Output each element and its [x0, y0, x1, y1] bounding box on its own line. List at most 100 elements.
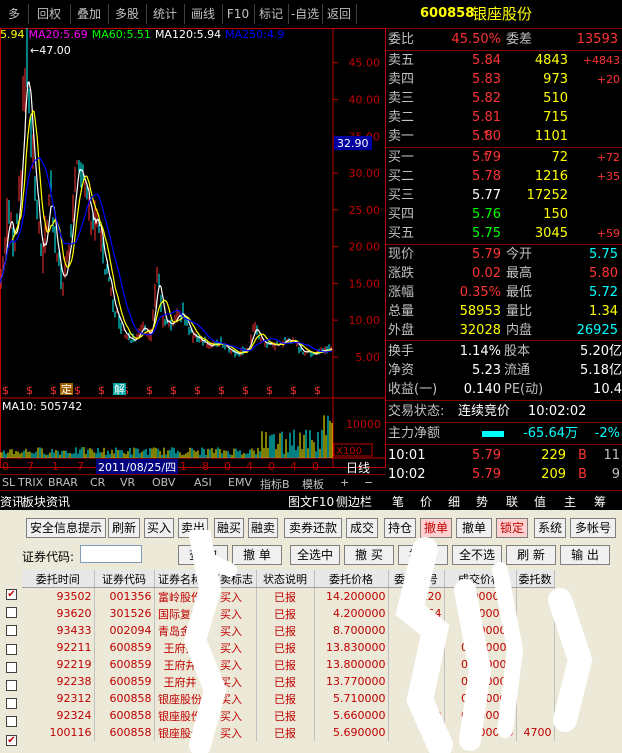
sell-price: 5.83: [472, 72, 501, 87]
info-tab-0[interactable]: 资讯: [0, 493, 24, 510]
stat-value: 0.02: [472, 266, 501, 281]
side-tab-5[interactable]: 势: [476, 493, 488, 510]
toolbar-item-7[interactable]: 标记: [254, 4, 289, 24]
toolbar-item-4[interactable]: 统计: [146, 4, 185, 24]
order-cell-code: 001356: [94, 587, 155, 605]
netflow-value: -65.64万: [523, 426, 578, 441]
volume-unit-label: X100: [336, 446, 362, 457]
order-checkbox[interactable]: [6, 698, 17, 710]
stat2-value: 1.14%: [459, 344, 501, 359]
date-axis-row: 0 7 1 7 2011/08/25/四 1 8 0 4 0 4 0 日线: [0, 458, 386, 475]
indicator-tab-11[interactable]: −: [364, 476, 373, 489]
toolbar-item-9[interactable]: 返回: [322, 4, 357, 24]
indicator-tab-10[interactable]: +: [340, 476, 349, 489]
stat2-value: 10.4: [593, 382, 622, 397]
buy-row[interactable]: 买四 5.76 150: [386, 206, 622, 224]
code-filter-label: 证券代码:: [22, 550, 75, 564]
kline-chart[interactable]: 45.0040.0035.0030.0025.0020.0015.0010.00…: [0, 28, 386, 468]
indicator-tab-5[interactable]: OBV: [152, 476, 175, 489]
quote-divider: [386, 340, 622, 341]
toolbar-item-8[interactable]: -自选: [288, 4, 323, 24]
order-cell-code: 600859: [94, 656, 155, 673]
sell-row[interactable]: 卖一 5.80 1101: [386, 128, 622, 146]
buy-volume: 150: [543, 207, 568, 222]
toolbar-item-6[interactable]: F10: [222, 4, 255, 24]
side-tab-0[interactable]: 图文F10: [288, 493, 334, 510]
orders-header-cell[interactable]: 证券代码: [94, 570, 155, 588]
buy-row[interactable]: 买一 5.79 72 +72: [386, 149, 622, 167]
side-tab-1[interactable]: 侧边栏: [336, 493, 372, 510]
indicator-tab-3[interactable]: CR: [90, 476, 105, 489]
netflow-bar: [482, 431, 504, 437]
volume-bars: [0, 415, 333, 458]
event-marker: $: [170, 384, 177, 397]
event-marker: $: [26, 384, 33, 397]
order-checkbox[interactable]: [6, 607, 17, 619]
order-checkbox[interactable]: [6, 680, 17, 691]
side-tab-6[interactable]: 联: [506, 493, 518, 510]
toolbar-item-5[interactable]: 画线: [184, 4, 223, 24]
tick-price: 5.79: [472, 467, 501, 482]
peak-label: ←47.00: [30, 44, 71, 57]
order-checkbox[interactable]: ✔: [6, 734, 17, 746]
code-filter-input[interactable]: [80, 545, 142, 563]
sell-price: 5.82: [472, 91, 501, 106]
buy-row[interactable]: 买五 5.75 3045 +59: [386, 225, 622, 243]
toolbar-item-2[interactable]: 叠加: [70, 4, 109, 24]
order-cell-code: 600858: [94, 690, 155, 707]
sell-row[interactable]: 卖三 5.82 510: [386, 90, 622, 108]
weicha-value: 13593: [576, 32, 618, 47]
buy-row[interactable]: 买二 5.78 1216 +35: [386, 168, 622, 186]
order-checkbox[interactable]: [6, 625, 17, 637]
indicator-tab-4[interactable]: VR: [120, 476, 135, 489]
order-checkbox[interactable]: ✔: [6, 589, 17, 600]
buy-volume: 72: [551, 150, 568, 165]
indicator-tab-8[interactable]: 指标B: [260, 476, 290, 492]
marker-jie: 解: [114, 382, 125, 396]
indicator-tab-1[interactable]: TRIX: [18, 476, 43, 489]
order-checkbox[interactable]: [6, 661, 17, 673]
price-tick-label: 40.00: [349, 93, 381, 106]
stat-row: 现价 5.79 今开 5.75: [386, 246, 622, 264]
buy-row[interactable]: 买三 5.77 17252: [386, 187, 622, 205]
indicator-tab-9[interactable]: 模板: [302, 476, 324, 492]
buy-label: 买三: [388, 188, 415, 203]
side-tab-9[interactable]: 筹: [594, 493, 606, 510]
side-tab-8[interactable]: 主: [564, 493, 576, 510]
indicator-tab-6[interactable]: ASI: [194, 476, 212, 489]
toolbar-item-0[interactable]: 多: [0, 4, 29, 24]
side-tab-3[interactable]: 价: [420, 493, 432, 510]
indicator-tab-7[interactable]: EMV: [228, 476, 252, 489]
stat2-label: 净资: [388, 363, 415, 378]
stat2-value: 0.140: [463, 382, 501, 397]
trade-button-1[interactable]: 刷新: [108, 518, 140, 538]
date-tick: 4: [246, 460, 253, 473]
sell-row[interactable]: 卖二 5.81 715: [386, 109, 622, 127]
toolbar-item-1[interactable]: 回权: [28, 4, 71, 24]
buy-price: 5.78: [472, 169, 501, 184]
side-tab-7[interactable]: 值: [534, 493, 546, 510]
tick-side: B: [578, 467, 587, 482]
trade-panel: 安全信息提示 刷新 买入 卖出 融买 融卖 卖券还款 成交 持仓 撤单 撤单 锁定 系统 多帐号 证券代码…: [0, 510, 622, 753]
indicator-tab-2[interactable]: BRAR: [48, 476, 78, 489]
order-checkbox[interactable]: [6, 716, 17, 728]
tick-volume: 229: [541, 448, 566, 463]
redaction-mask: [183, 530, 593, 753]
order-cell-code: 301526: [94, 605, 155, 622]
stat2-row: 收益(一) 0.140 PE(动) 10.4: [386, 381, 622, 399]
order-cell-code: 600859: [94, 639, 155, 656]
event-marker: $: [194, 384, 201, 397]
trade-button-0[interactable]: 安全信息提示: [26, 518, 106, 538]
toolbar-item-3[interactable]: 多股: [108, 4, 147, 24]
indicator-tab-0[interactable]: SL: [2, 476, 15, 489]
stat-value: 0.35%: [459, 285, 501, 300]
order-checkbox[interactable]: [6, 643, 17, 655]
tick-side: B: [578, 448, 587, 463]
buy-label: 买五: [388, 226, 415, 241]
side-tab-2[interactable]: 笔: [392, 493, 404, 510]
sell-row[interactable]: 卖五 5.84 4843 +4843: [386, 52, 622, 70]
sell-row[interactable]: 卖四 5.83 973 +20: [386, 71, 622, 89]
orders-header-cell[interactable]: 委托时间: [22, 570, 95, 588]
info-tab-1[interactable]: 板块资讯: [22, 493, 70, 510]
side-tab-4[interactable]: 细: [448, 493, 460, 510]
